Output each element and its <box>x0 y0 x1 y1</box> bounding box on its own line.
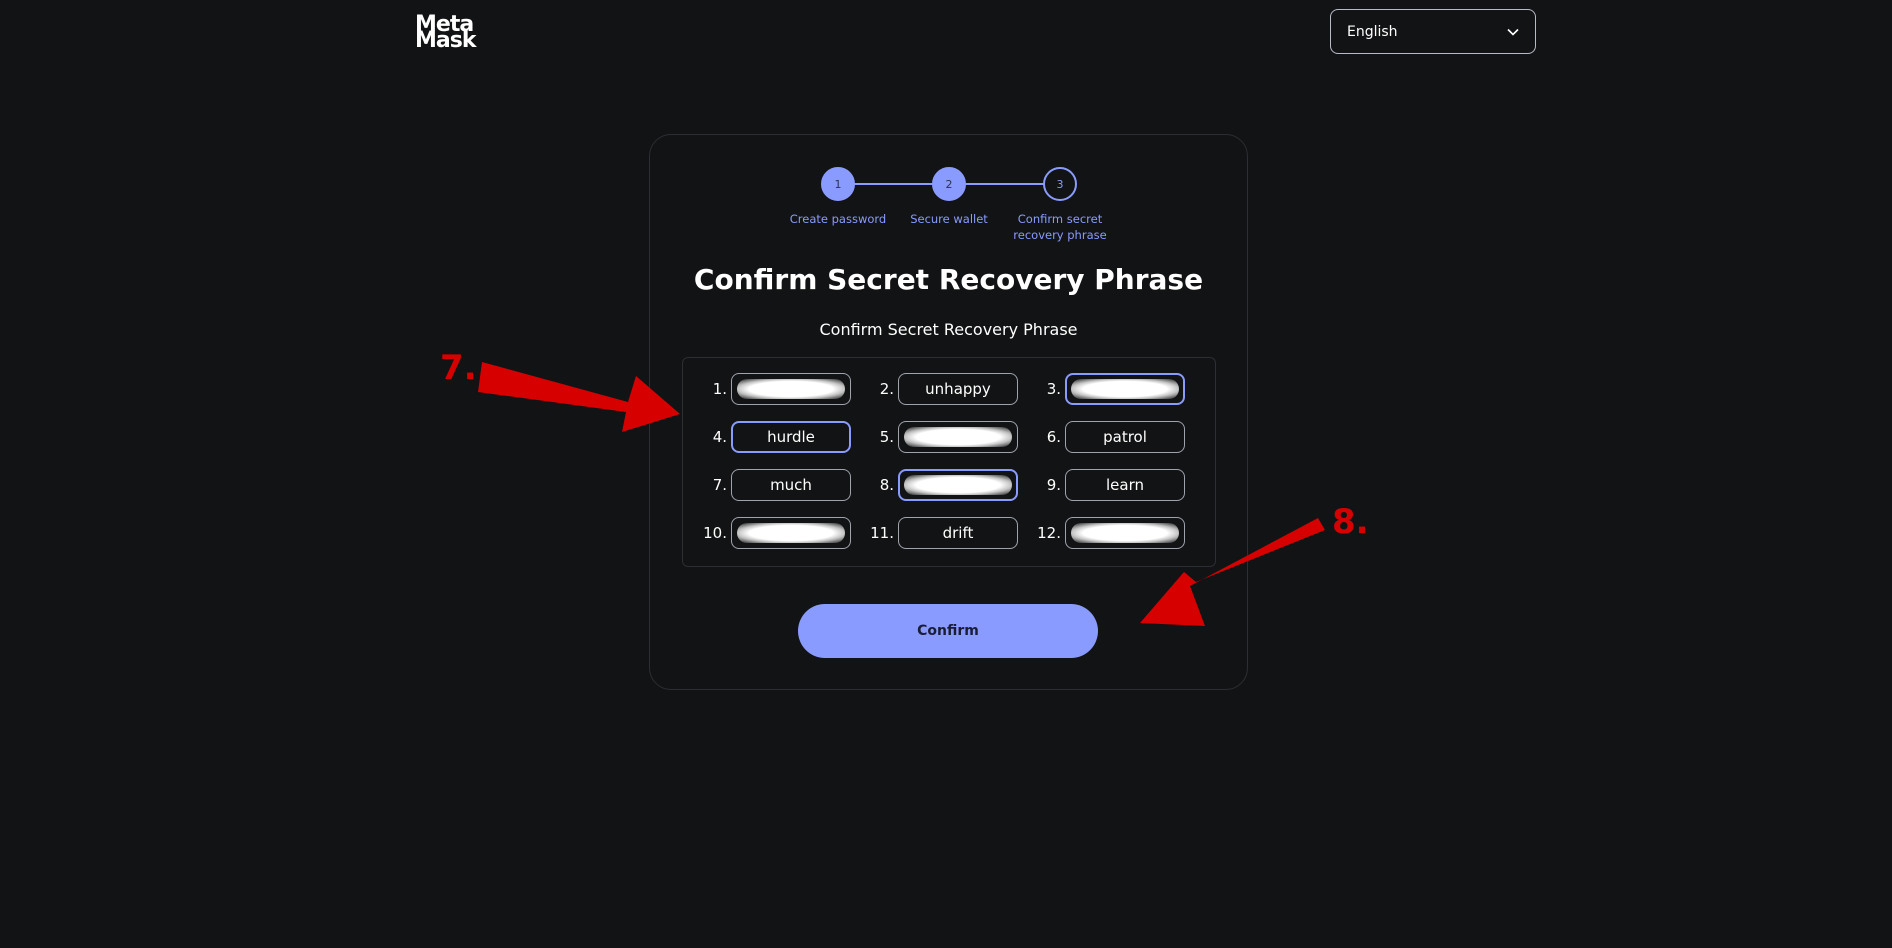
phrase-number: 4. <box>712 428 727 446</box>
phrase-word: unhappy <box>898 373 1018 405</box>
page-title: Confirm Secret Recovery Phrase <box>693 263 1204 296</box>
phrase-cell-7: 7. much <box>699 469 866 501</box>
phrase-word: drift <box>898 517 1018 549</box>
phrase-number: 3. <box>1046 380 1061 398</box>
annotation-7: 7. <box>440 348 477 388</box>
phrase-number: 11. <box>870 524 894 542</box>
step-1-circle: 1 <box>821 167 855 201</box>
step-confirm-phrase: 3 Confirm secret recovery phrase <box>1005 167 1115 243</box>
blur-mask <box>904 475 1012 495</box>
step-secure-wallet: 2 Secure wallet <box>889 167 1009 227</box>
phrase-number: 7. <box>712 476 727 494</box>
metamask-logo: Meta Mask <box>415 14 479 53</box>
step-3-label: Confirm secret recovery phrase <box>1013 212 1107 242</box>
recovery-phrase-grid: 1. 2. unhappy 3. 4. hurdle 5. 6. patrol … <box>699 373 1215 565</box>
phrase-cell-10: 10. <box>699 517 866 549</box>
step-2-circle: 2 <box>932 167 966 201</box>
phrase-cell-4: 4. hurdle <box>699 421 866 453</box>
phrase-word-hidden[interactable] <box>1065 517 1185 549</box>
blur-mask <box>1071 379 1179 399</box>
language-select[interactable]: English <box>1330 9 1536 54</box>
blur-mask <box>737 379 845 399</box>
phrase-word-hidden[interactable] <box>731 373 851 405</box>
phrase-cell-6: 6. patrol <box>1033 421 1200 453</box>
phrase-word: learn <box>1065 469 1185 501</box>
phrase-number: 12. <box>1037 524 1061 542</box>
confirm-button[interactable]: Confirm <box>798 604 1098 658</box>
phrase-number: 6. <box>1046 428 1061 446</box>
step-2-label: Secure wallet <box>910 212 988 226</box>
blur-mask <box>1071 523 1179 543</box>
chevron-down-icon <box>1505 24 1521 40</box>
phrase-word: patrol <box>1065 421 1185 453</box>
phrase-word-hidden[interactable] <box>898 469 1018 501</box>
phrase-cell-11: 11. drift <box>866 517 1033 549</box>
onboarding-stepper: 1 Create password 2 Secure wallet 3 Conf… <box>650 167 1247 257</box>
page-subtitle: Confirm Secret Recovery Phrase <box>819 320 1078 339</box>
step-3-circle: 3 <box>1043 167 1077 201</box>
phrase-cell-1: 1. <box>699 373 866 405</box>
phrase-number: 10. <box>703 524 727 542</box>
recovery-phrase-box: 1. 2. unhappy 3. 4. hurdle 5. 6. patrol … <box>682 357 1216 567</box>
step-create-password: 1 Create password <box>778 167 898 227</box>
phrase-word-input[interactable]: hurdle <box>731 421 851 453</box>
phrase-word-hidden[interactable] <box>898 421 1018 453</box>
phrase-number: 9. <box>1046 476 1061 494</box>
phrase-word: much <box>731 469 851 501</box>
logo-line-2: Mask <box>415 28 476 53</box>
phrase-number: 2. <box>879 380 894 398</box>
blur-mask <box>904 427 1012 447</box>
phrase-word-hidden[interactable] <box>1065 373 1185 405</box>
phrase-cell-2: 2. unhappy <box>866 373 1033 405</box>
phrase-number: 5. <box>879 428 894 446</box>
phrase-cell-5: 5. <box>866 421 1033 453</box>
phrase-number: 8. <box>879 476 894 494</box>
annotation-8: 8. <box>1332 502 1369 542</box>
confirm-card: 1 Create password 2 Secure wallet 3 Conf… <box>649 134 1248 690</box>
phrase-cell-12: 12. <box>1033 517 1200 549</box>
phrase-cell-9: 9. learn <box>1033 469 1200 501</box>
phrase-word-hidden[interactable] <box>731 517 851 549</box>
language-select-value: English <box>1347 23 1398 40</box>
phrase-cell-3: 3. <box>1033 373 1200 405</box>
page: Meta Mask English 1 Create password 2 Se… <box>0 0 1892 948</box>
phrase-cell-8: 8. <box>866 469 1033 501</box>
blur-mask <box>737 523 845 543</box>
step-1-label: Create password <box>789 212 887 226</box>
phrase-number: 1. <box>712 380 727 398</box>
